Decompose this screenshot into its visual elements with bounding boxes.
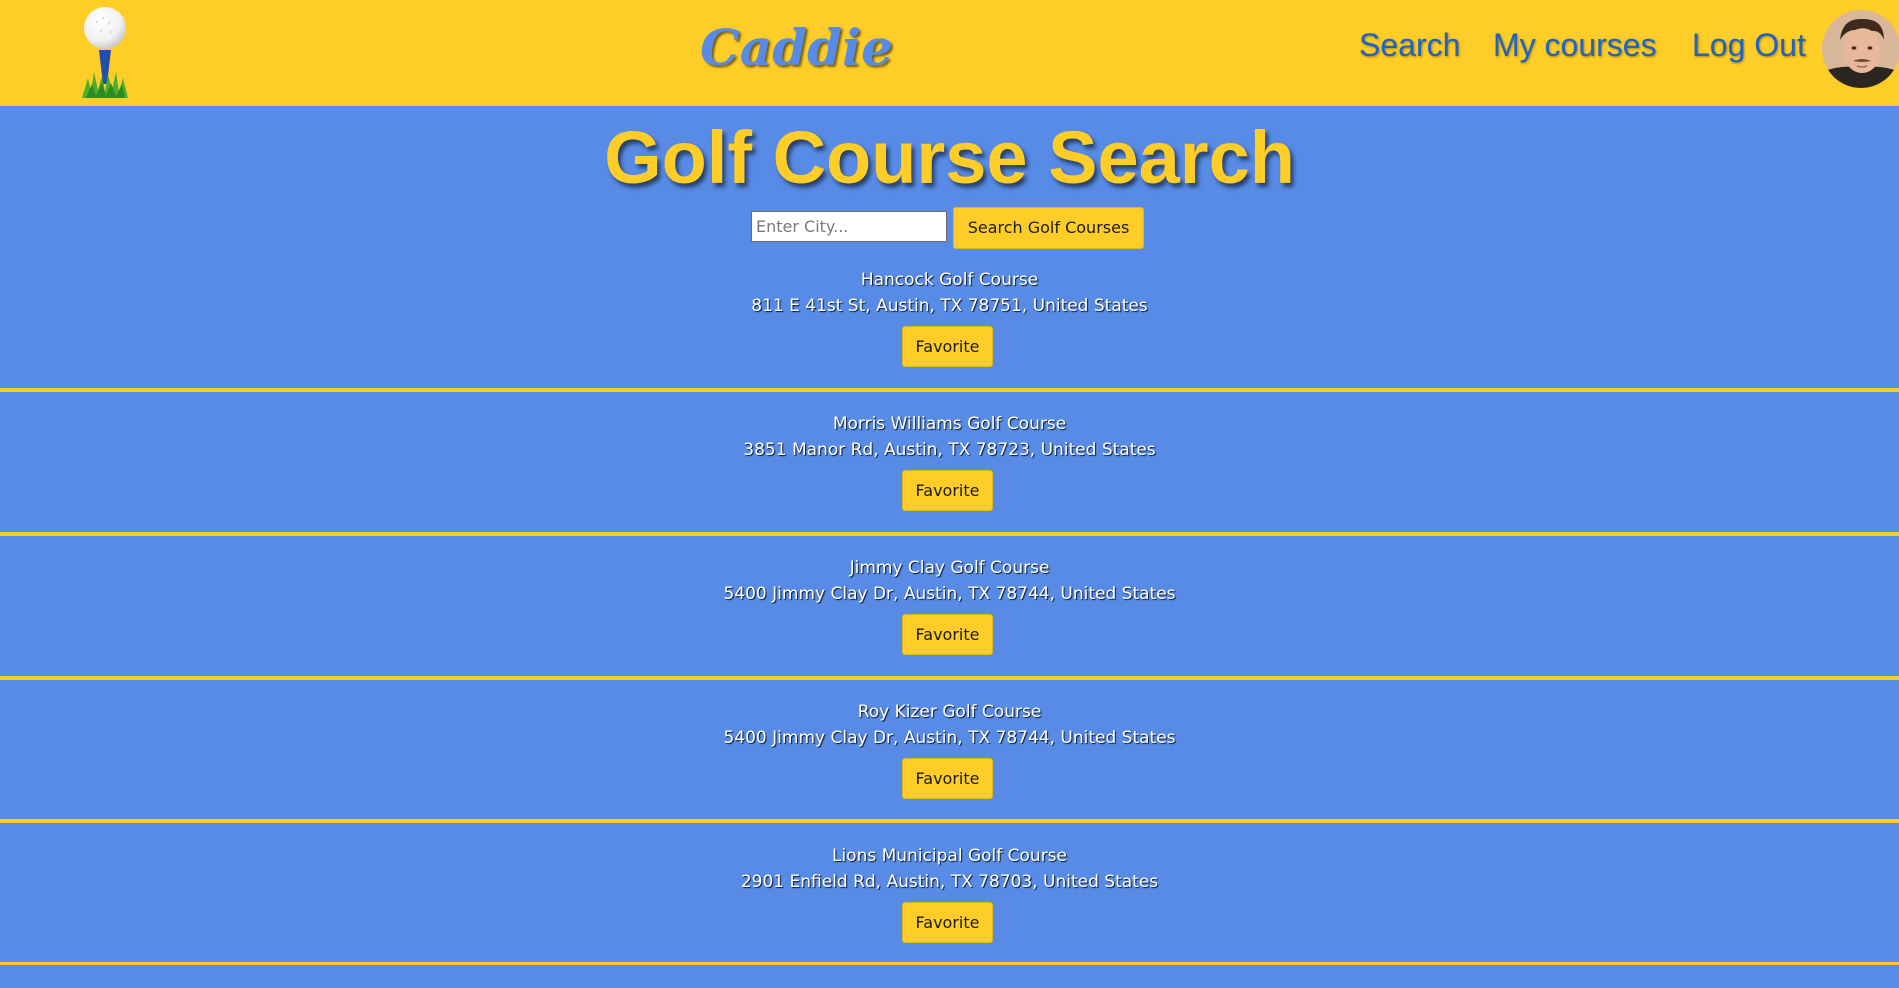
page-title: Golf Course Search — [604, 116, 1295, 199]
user-avatar[interactable] — [1822, 10, 1899, 88]
favorite-button[interactable]: Favorite — [902, 614, 993, 655]
golf-ball-tee-logo-icon[interactable] — [78, 6, 132, 98]
course-name: Jimmy Clay Golf Course — [849, 558, 1050, 578]
course-item: Lions Municipal Golf Course 2901 Enfield… — [0, 844, 1899, 988]
course-address: 2901 Enfield Rd, Austin, TX 78703, Unite… — [740, 872, 1159, 892]
course-address: 5400 Jimmy Clay Dr, Austin, TX 78744, Un… — [723, 584, 1176, 604]
search-golf-courses-button[interactable]: Search Golf Courses — [953, 207, 1144, 249]
nav-search-link[interactable]: Search — [1359, 22, 1460, 68]
course-address: 5400 Jimmy Clay Dr, Austin, TX 78744, Un… — [723, 728, 1176, 748]
favorite-button[interactable]: Favorite — [902, 326, 993, 367]
course-divider — [0, 676, 1899, 680]
brand-title: Caddie — [700, 18, 893, 77]
course-address: 3851 Manor Rd, Austin, TX 78723, United … — [743, 440, 1156, 460]
course-name: Morris Williams Golf Course — [832, 414, 1067, 434]
course-divider — [0, 532, 1899, 536]
favorite-button[interactable]: Favorite — [902, 758, 993, 799]
course-divider — [0, 388, 1899, 392]
course-name: Lions Municipal Golf Course — [831, 846, 1067, 866]
favorite-button[interactable]: Favorite — [902, 470, 993, 511]
course-address: 811 E 41st St, Austin, TX 78751, United … — [751, 296, 1148, 316]
nav-my-courses-link[interactable]: My courses — [1493, 22, 1657, 68]
city-search-input[interactable] — [751, 211, 947, 242]
top-navbar: Caddie Search My courses Log Out — [0, 0, 1899, 106]
course-divider — [0, 819, 1899, 823]
favorite-button[interactable]: Favorite — [902, 902, 993, 943]
course-name: Hancock Golf Course — [860, 270, 1039, 290]
nav-log-out-link[interactable]: Log Out — [1692, 22, 1806, 68]
course-name: Roy Kizer Golf Course — [857, 702, 1042, 722]
